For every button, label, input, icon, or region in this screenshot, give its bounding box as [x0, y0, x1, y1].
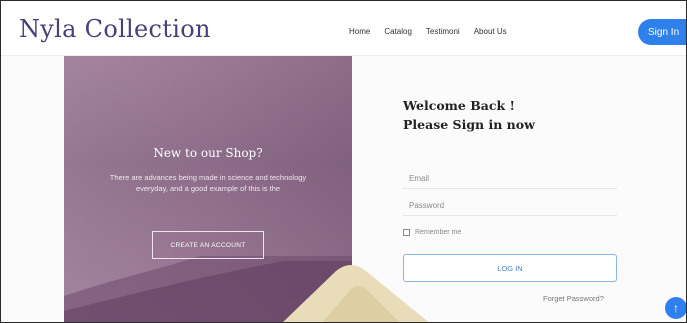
nav-link-catalog[interactable]: Catalog — [384, 27, 412, 36]
arrow-up-icon[interactable]: ↑ — [665, 297, 686, 319]
promo-title: New to our Shop? — [153, 146, 263, 160]
password-field[interactable] — [403, 196, 617, 216]
brand-logo[interactable]: Nyla Collection — [19, 15, 211, 43]
welcome-line-1: Welcome Back ! — [403, 98, 515, 113]
nav-link-about-us[interactable]: About Us — [474, 27, 507, 36]
promo-description: There are advances being made in science… — [109, 173, 307, 193]
welcome-line-2: Please Sign in now — [403, 117, 535, 132]
remember-me-label: Remember me — [415, 229, 462, 236]
remember-me-checkbox[interactable] — [403, 229, 410, 236]
navbar: Nyla Collection Home Catalog Testimoni A… — [1, 1, 686, 56]
nav-link-home[interactable]: Home — [349, 27, 370, 36]
sign-in-button[interactable]: Sign In — [638, 19, 686, 45]
main-nav: Home Catalog Testimoni About Us — [349, 27, 507, 36]
log-in-button[interactable]: LOG IN — [403, 254, 617, 282]
forgot-password-link[interactable]: Forget Password? — [543, 294, 604, 303]
email-field[interactable] — [403, 169, 617, 189]
create-account-button[interactable]: CREATE AN ACCOUNT — [152, 231, 264, 259]
welcome-heading: Welcome Back ! Please Sign in now — [403, 96, 535, 134]
nav-link-testimoni[interactable]: Testimoni — [426, 27, 460, 36]
page: Nyla Collection Home Catalog Testimoni A… — [0, 0, 687, 323]
remember-me[interactable]: Remember me — [403, 229, 461, 236]
